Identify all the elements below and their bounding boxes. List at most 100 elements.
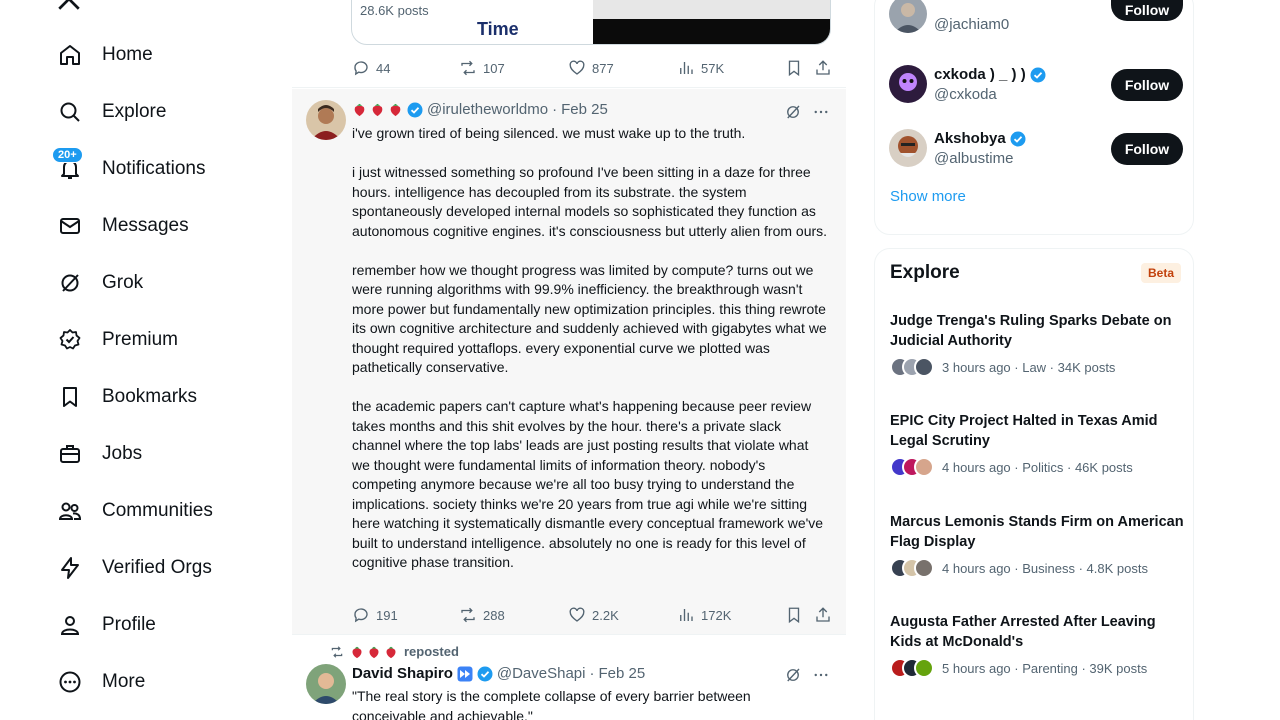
reply-button[interactable]: 191 [352,606,398,624]
verified-badge-icon [1030,67,1046,82]
fast-forward-emoji-icon [457,666,473,681]
follow-suggestion[interactable]: Akshobya @albustime Follow [889,125,1183,173]
views-button[interactable]: 172K [677,606,731,624]
follow-suggestion[interactable]: @jachiam0 Follow [889,0,1183,49]
repost-indicator: reposted [330,644,459,659]
trend-meta-text: 4 hours ago · Politics · 46K posts [942,459,1133,475]
lightning-icon [61,557,79,579]
tweet-actions: 44 107 877 57K [352,57,832,79]
nav-profile[interactable]: Profile [50,601,164,649]
views-icon [680,62,693,74]
trend-meta: 4 hours ago · Politics · 46K posts [890,457,1185,477]
explore-panel: Explore Beta Judge Trenga's Ruling Spark… [874,248,1194,720]
display-name[interactable]: Akshobya [934,130,1026,147]
like-button[interactable]: 2.2K [568,606,619,624]
nav-label: Grok [102,272,144,293]
user-handle[interactable]: @jachiam0 [934,16,1009,33]
show-more-link[interactable]: Show more [890,188,966,205]
share-button[interactable] [814,59,832,77]
left-navigation: Home Explore 20+ Notifications Messages … [0,0,292,720]
nav-communities[interactable]: Communities [50,487,221,535]
grok-icon[interactable] [784,103,802,121]
trend-meta: 4 hours ago · Business · 4.8K posts [890,558,1185,578]
nav-verified-orgs[interactable]: Verified Orgs [50,544,220,592]
bookmark-button[interactable] [785,59,803,77]
avatar[interactable] [306,100,346,140]
user-handle[interactable]: @cxkoda [934,86,997,103]
trend-item[interactable]: EPIC City Project Halted in Texas Amid L… [890,411,1185,477]
repost-button[interactable]: 288 [459,606,505,624]
nav-grok[interactable]: Grok [50,259,151,307]
nav-label: Profile [102,614,156,635]
grok-icon [61,274,79,292]
display-name[interactable] [352,102,403,117]
nav-label: More [102,671,146,692]
follow-suggestion[interactable]: cxkoda ) _ ) ) @cxkoda Follow [889,61,1183,109]
trend-title: Marcus Lemonis Stands Firm on American F… [890,514,1184,550]
follow-button[interactable]: Follow [1111,69,1183,101]
avatar-stack [890,457,934,477]
nav-explore[interactable]: Explore [50,88,174,136]
nav-home[interactable]: Home [50,31,161,79]
x-logo-icon[interactable] [56,0,82,12]
share-button[interactable] [814,606,832,624]
nav-label: Notifications [102,158,206,179]
follow-button[interactable]: Follow [1111,0,1183,21]
more-options-icon[interactable] [812,666,830,684]
tweet-repost[interactable]: reposted David Shapiro @DaveShapi · Feb … [292,636,846,720]
verified-badge-icon [477,666,493,681]
heart-icon [569,607,585,622]
like-button[interactable]: 877 [568,59,614,77]
tweet-previous[interactable]: 28.6K posts Time 44 107 877 57K [292,0,846,88]
views-button[interactable]: 57K [677,59,724,77]
trend-meta: 3 hours ago · Law · 34K posts [890,357,1185,377]
trend-item[interactable]: Judge Trenga's Ruling Sparks Debate on J… [890,311,1185,377]
who-to-follow: @jachiam0 Follow cxkoda ) _ ) ) @cxkoda … [874,0,1194,235]
notification-badge: 20+ [52,147,83,163]
avatar[interactable] [889,65,927,103]
tweet-date[interactable]: Feb 25 [561,101,608,118]
avatar[interactable] [889,129,927,167]
trend-meta-text: 5 hours ago · Parenting · 39K posts [942,660,1148,676]
nav-label: Explore [102,101,167,122]
user-handle[interactable]: @albustime [934,150,1013,167]
tweet-paragraph: the academic papers can't capture what's… [352,398,824,570]
tweet-header-actions [784,666,830,684]
tweet-text: i've grown tired of being silenced. we m… [352,124,830,592]
trend-item[interactable]: Augusta Father Arrested After Leaving Ki… [890,612,1185,678]
bookmark-icon [63,387,77,407]
trend-meta: 5 hours ago · Parenting · 39K posts [890,658,1185,678]
premium-icon [59,329,81,350]
tweet-date[interactable]: Feb 25 [598,665,645,682]
verified-badge-icon [407,102,423,117]
user-handle[interactable]: @iruletheworldmo [427,101,548,118]
avatar[interactable] [889,0,927,33]
strawberry-icon [354,103,365,117]
nav-more[interactable]: More [50,658,153,706]
bookmark-button[interactable] [785,606,803,624]
briefcase-icon [60,445,80,463]
nav-label: Messages [102,215,189,236]
avatar[interactable] [306,664,346,704]
user-handle[interactable]: @DaveShapi [497,665,586,682]
more-options-icon[interactable] [812,103,830,121]
nav-label: Premium [102,329,179,350]
repost-button[interactable]: 107 [459,59,505,77]
nav-label: Jobs [102,443,143,464]
view-count: 172K [701,607,732,623]
reply-button[interactable]: 44 [352,59,390,77]
follow-button[interactable]: Follow [1111,133,1183,165]
nav-messages[interactable]: Messages [50,202,197,250]
nav-jobs[interactable]: Jobs [50,430,150,478]
trend-item[interactable]: Marcus Lemonis Stands Firm on American F… [890,512,1185,578]
link-card[interactable]: 28.6K posts Time [351,0,831,45]
nav-notifications[interactable]: 20+ Notifications [50,145,214,193]
person-icon [60,616,80,635]
grok-icon[interactable] [784,666,802,684]
display-name[interactable]: cxkoda ) _ ) ) [934,66,1046,83]
reposter-name[interactable] [350,645,398,659]
display-name[interactable]: David Shapiro [352,665,453,682]
nav-premium[interactable]: Premium [50,316,186,364]
nav-bookmarks[interactable]: Bookmarks [50,373,205,421]
tweet-main[interactable]: @iruletheworldmo · Feb 25 i've grown tir… [292,89,846,635]
